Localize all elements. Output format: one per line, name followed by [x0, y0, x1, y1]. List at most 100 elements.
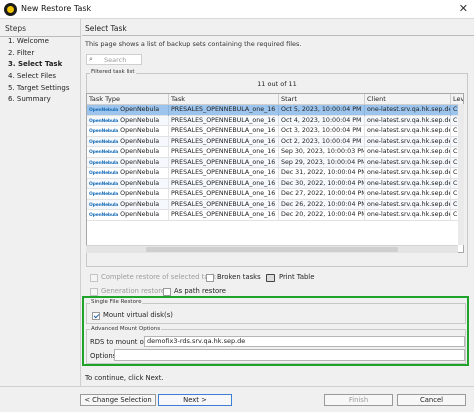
- task-type-text: OpenNebula: [120, 169, 160, 176]
- opennebula-logo-icon: OpenNebula: [89, 192, 119, 197]
- task-cell: PRESALES_OPENNEBULA_one_16: [169, 157, 279, 168]
- table-row[interactable]: OpenNebula OpenNebula PRESALES_OPENNEBULA_…: [87, 178, 463, 189]
- column-header[interactable]: Task: [169, 94, 279, 105]
- change-selection-button[interactable]: < Change Selection: [80, 394, 156, 406]
- task-type-cell: OpenNebula OpenNebula: [87, 126, 169, 137]
- step-item: 1. Welcome: [8, 37, 49, 45]
- step-item: 4. Select Files: [8, 72, 57, 81]
- options-input[interactable]: [114, 349, 465, 361]
- table-row[interactable]: OpenNebula OpenNebula PRESALES_OPENNEBULA_…: [87, 168, 463, 179]
- step-item: 3. Select Task: [8, 60, 63, 69]
- horizontal-scroll-thumb[interactable]: [146, 247, 398, 252]
- client-cell: one-latest.srv.qa.hk.sep.de: [365, 115, 451, 126]
- column-header[interactable]: Client: [365, 94, 451, 105]
- task-type-cell: OpenNebula OpenNebula: [87, 199, 169, 210]
- table-row[interactable]: OpenNebula OpenNebula PRESALES_OPENNEBULA_…: [87, 147, 463, 158]
- step-item: 2. Filter: [8, 48, 35, 57]
- table-row[interactable]: OpenNebula OpenNebula PRESALES_OPENNEBULA_…: [87, 115, 463, 126]
- table-row[interactable]: OpenNebula OpenNebula PRESALES_OPENNEBULA_…: [87, 126, 463, 137]
- table-row[interactable]: OpenNebula OpenNebula PRESALES_OPENNEBULA_…: [87, 210, 463, 221]
- start-cell: Dec 30, 2022, 10:00:04 PM: [279, 178, 365, 189]
- task-cell: PRESALES_OPENNEBULA_one_16: [169, 115, 279, 126]
- complete-restore-checkbox: [90, 274, 98, 282]
- task-cell: PRESALES_OPENNEBULA_one_16: [169, 105, 279, 116]
- opennebula-logo-icon: OpenNebula: [89, 118, 119, 124]
- generation-restore-label: Generation restore: [101, 287, 166, 295]
- task-type-text: OpenNebula: [120, 116, 160, 124]
- next-button[interactable]: Next >: [158, 394, 232, 406]
- table-row[interactable]: OpenNebula OpenNebula PRESALES_OPENNEBULA_…: [87, 105, 463, 116]
- start-cell: Dec 26, 2022, 10:00:04 PM: [279, 199, 365, 210]
- column-header[interactable]: Task Type: [87, 94, 169, 105]
- opennebula-logo-icon: OpenNebula: [89, 139, 119, 145]
- task-cell: PRESALES_OPENNEBULA_one_16: [169, 189, 279, 200]
- broken-tasks-option[interactable]: Broken tasks: [206, 273, 261, 284]
- task-type-text: OpenNebula: [120, 106, 160, 113]
- rds-select[interactable]: demofix3-rds.srv.qa.hk.sep.de: [144, 336, 465, 347]
- client-cell: one-latest.srv.qa.hk.sep.de: [365, 147, 451, 158]
- close-icon[interactable]: ✕: [459, 2, 468, 15]
- vertical-scrollbar[interactable]: [458, 104, 464, 245]
- mount-virtual-disks-label: Mount virtual disk(s): [103, 311, 173, 319]
- broken-tasks-checkbox[interactable]: [206, 274, 214, 282]
- single-file-restore-legend: Single File Restore: [90, 299, 143, 305]
- start-cell: Dec 27, 2022, 10:00:04 PM: [279, 189, 365, 200]
- table-row[interactable]: OpenNebula OpenNebula PRESALES_OPENNEBULA_…: [87, 199, 463, 210]
- task-type-cell: OpenNebula OpenNebula: [87, 189, 169, 200]
- search-input[interactable]: ⌕ Search: [86, 54, 142, 65]
- mount-virtual-disks-option[interactable]: Mount virtual disk(s): [92, 311, 173, 322]
- task-type-cell: OpenNebula OpenNebula: [87, 168, 169, 179]
- start-cell: Dec 31, 2022, 10:00:04 PM: [279, 168, 365, 179]
- start-cell: Oct 5, 2023, 10:00:04 PM: [279, 105, 365, 116]
- client-cell: one-latest.srv.qa.hk.sep.de: [365, 157, 451, 168]
- client-cell: one-latest.srv.qa.hk.sep.de: [365, 105, 451, 116]
- task-cell: PRESALES_OPENNEBULA_one_16: [169, 136, 279, 147]
- start-cell: Oct 2, 2023, 10:00:04 PM: [279, 136, 365, 147]
- table-row[interactable]: OpenNebula OpenNebula PRESALES_OPENNEBULA_…: [87, 157, 463, 168]
- opennebula-logo-icon: OpenNebula: [89, 181, 119, 187]
- broken-tasks-label: Broken tasks: [217, 273, 261, 281]
- task-cell: PRESALES_OPENNEBULA_one_16: [169, 199, 279, 210]
- client-cell: one-latest.srv.qa.hk.sep.de: [365, 199, 451, 210]
- task-cell: PRESALES_OPENNEBULA_one_16: [169, 210, 279, 221]
- task-table[interactable]: Task Type Task Start Client Lev OpenNebula Op…: [86, 93, 464, 253]
- client-cell: one-latest.srv.qa.hk.sep.de: [365, 189, 451, 200]
- search-icon: ⌕: [89, 55, 93, 63]
- as-path-restore-label: As path restore: [174, 287, 226, 295]
- table-row[interactable]: OpenNebula OpenNebula PRESALES_OPENNEBULA_…: [87, 189, 463, 200]
- mount-virtual-disks-checkbox[interactable]: [92, 312, 100, 320]
- task-cell: PRESALES_OPENNEBULA_one_16: [169, 168, 279, 179]
- task-type-text: OpenNebula: [120, 148, 160, 155]
- client-cell: one-latest.srv.qa.hk.sep.de: [365, 126, 451, 137]
- table-row[interactable]: OpenNebula OpenNebula PRESALES_OPENNEBULA_…: [87, 136, 463, 147]
- finish-button: Finish: [324, 394, 393, 406]
- task-type-cell: OpenNebula OpenNebula: [87, 157, 169, 168]
- task-type-cell: OpenNebula OpenNebula: [87, 210, 169, 221]
- steps-heading: Steps: [5, 24, 26, 33]
- title-bar: New Restore Task ✕: [0, 0, 474, 19]
- task-type-text: OpenNebula: [120, 137, 160, 145]
- as-path-restore-checkbox[interactable]: [163, 288, 171, 296]
- printer-icon[interactable]: [266, 274, 275, 282]
- step-item: 5. Target Settings: [8, 83, 70, 92]
- task-cell: PRESALES_OPENNEBULA_one_16: [169, 178, 279, 189]
- print-table-button[interactable]: Print Table: [279, 273, 314, 281]
- task-cell: PRESALES_OPENNEBULA_one_16: [169, 126, 279, 137]
- page-title: Select Task: [85, 24, 127, 33]
- task-cell: PRESALES_OPENNEBULA_one_16: [169, 147, 279, 158]
- client-cell: one-latest.srv.qa.hk.sep.de: [365, 136, 451, 147]
- result-count: 11 out of 11: [257, 80, 297, 88]
- task-type-cell: OpenNebula OpenNebula: [87, 178, 169, 189]
- horizontal-scrollbar[interactable]: [86, 245, 458, 253]
- client-cell: one-latest.srv.qa.hk.sep.de: [365, 168, 451, 179]
- task-type-text: OpenNebula: [120, 200, 160, 208]
- task-type-text: OpenNebula: [120, 158, 160, 166]
- opennebula-logo-icon: OpenNebula: [89, 171, 119, 176]
- footer-divider: [0, 386, 474, 387]
- opennebula-logo-icon: OpenNebula: [89, 213, 119, 218]
- column-header[interactable]: Start: [279, 94, 365, 105]
- cancel-button[interactable]: Cancel: [397, 394, 466, 406]
- task-type-cell: OpenNebula OpenNebula: [87, 115, 169, 126]
- client-cell: one-latest.srv.qa.hk.sep.de: [365, 178, 451, 189]
- complete-restore-option: Complete restore of selected task: [90, 273, 216, 284]
